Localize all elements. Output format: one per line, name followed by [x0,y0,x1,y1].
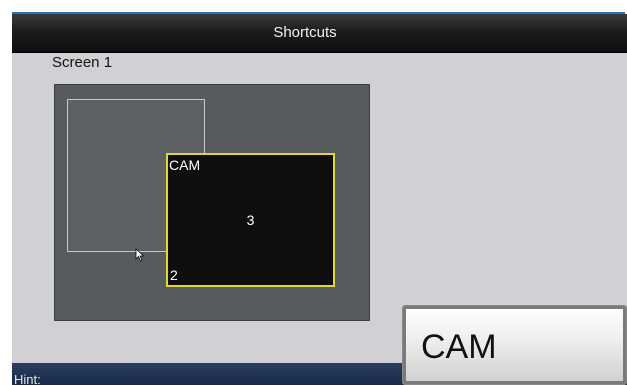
title-bar: Shortcuts [12,14,627,53]
hint-label: Hint: [14,372,41,385]
cam-button[interactable]: CAM [402,305,627,385]
screen-bezel-top [0,0,627,12]
pointer-cursor-icon [135,248,145,262]
screen-bezel-left [0,0,12,385]
selected-camera-window[interactable]: CAM 3 2 [166,153,335,287]
camera-window-channel: 2 [170,267,178,283]
camera-window-label: CAM [169,157,201,173]
screen-label: Screen 1 [52,54,113,71]
dialog-title: Shortcuts [273,24,337,41]
cam-button-label: CAM [421,328,497,366]
camera-window-position: 3 [246,212,255,228]
screen-layout-canvas[interactable]: CAM 3 2 [54,84,370,321]
